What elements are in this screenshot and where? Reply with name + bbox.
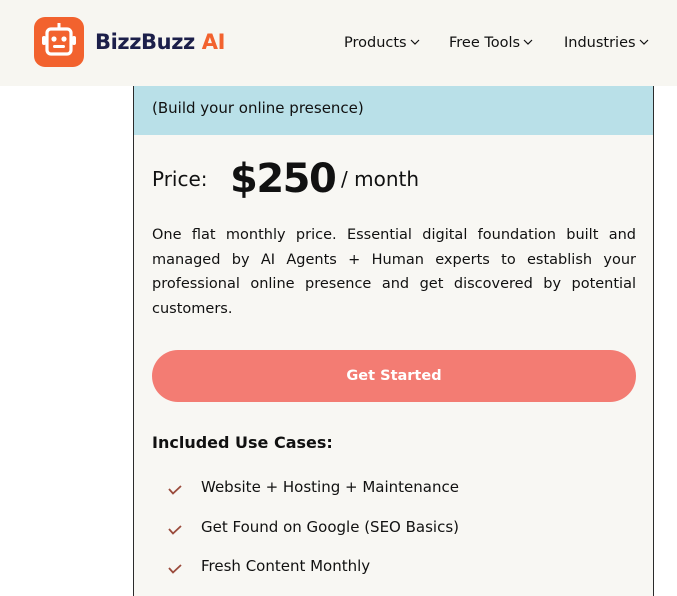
get-started-button[interactable]: Get Started	[152, 350, 636, 402]
use-case-label: Get Found on Google (SEO Basics)	[201, 518, 459, 536]
use-case-label: Fresh Content Monthly	[201, 557, 371, 575]
check-icon	[168, 522, 182, 540]
price-period: / month	[341, 167, 420, 191]
nav-free-tools-label: Free Tools	[449, 35, 521, 51]
use-cases-heading: Included Use Cases:	[152, 433, 333, 452]
plan-description: One flat monthly price. Essential digita…	[152, 227, 636, 317]
price-amount: $250	[230, 156, 337, 202]
price-label: Price:	[152, 167, 208, 191]
use-case-label: Website + Hosting + Maintenance	[201, 478, 459, 496]
nav-industries-label: Industries	[564, 35, 636, 51]
brand-name[interactable]: BizzBuzz AI	[95, 29, 225, 55]
plan-subtitle: (Build your online presence)	[152, 99, 364, 117]
nav-free-tools[interactable]: Free Tools	[449, 31, 533, 53]
chevron-down-icon	[639, 31, 649, 51]
chevron-down-icon	[410, 31, 420, 51]
check-icon	[168, 482, 182, 500]
nav-products-label: Products	[344, 35, 407, 51]
brand-name-part2: AI	[194, 30, 226, 54]
nav-products[interactable]: Products	[344, 31, 420, 53]
site-header: BizzBuzz AI Products Free Tools Industri…	[0, 0, 677, 86]
check-icon	[168, 561, 182, 579]
robot-icon[interactable]	[34, 17, 84, 67]
brand-name-part1: BizzBuzz	[95, 30, 195, 54]
chevron-down-icon	[523, 31, 533, 51]
nav-industries[interactable]: Industries	[564, 31, 649, 53]
pricing-card: (Build your online presence) Price: $250…	[133, 86, 654, 596]
plan-header-band: (Build your online presence)	[134, 86, 653, 135]
